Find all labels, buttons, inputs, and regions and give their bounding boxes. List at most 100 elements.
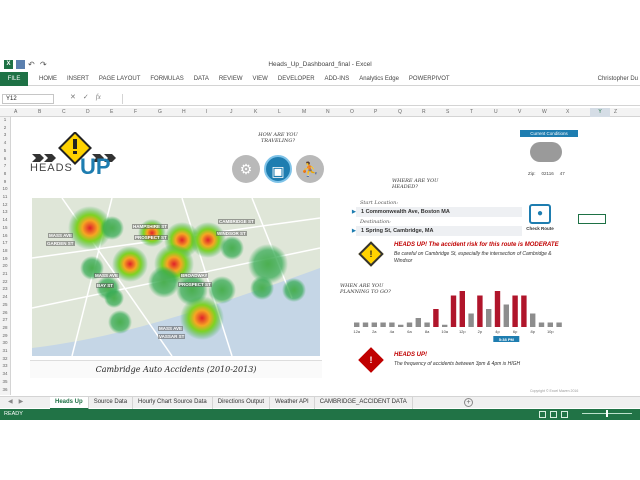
row-header[interactable]: 34 [0,371,10,376]
ribbon-tab[interactable]: PAGE LAYOUT [94,72,145,86]
row-header[interactable]: 13 [0,209,10,214]
zoom-handle[interactable] [606,410,608,417]
page-break-view-icon[interactable] [561,411,568,418]
row-header[interactable]: 5 [0,148,10,153]
walk-mode-button[interactable]: ⛹ [296,155,324,183]
row-header[interactable]: 19 [0,256,10,261]
row-header[interactable]: 21 [0,271,10,276]
next-sheet-icon[interactable]: ▶ [19,398,24,405]
chart-tick-label: 2p [478,329,483,334]
row-header[interactable]: 25 [0,302,10,307]
column-header[interactable]: X [566,108,569,117]
row-header[interactable]: 35 [0,379,10,384]
column-header[interactable]: D [86,108,90,117]
previous-sheet-icon[interactable]: ◀ [8,398,13,405]
ribbon-tab[interactable]: REVIEW [214,72,248,86]
ribbon-tab[interactable]: Analytics Edge [354,72,404,86]
column-header[interactable]: E [110,108,113,117]
row-header[interactable]: 20 [0,263,10,268]
column-header[interactable]: F [134,108,137,117]
column-header[interactable]: M [302,108,306,117]
column-header[interactable]: Y [590,108,610,117]
row-header[interactable]: 23 [0,286,10,291]
column-header[interactable]: O [350,108,354,117]
file-tab[interactable]: FILE [0,72,28,86]
column-header[interactable]: K [254,108,257,117]
chart-tick-label: 2a [372,329,377,334]
enter-icon[interactable]: ✓ [83,93,89,101]
ribbon-tab[interactable]: POWERPIVOT [404,72,455,86]
row-header[interactable]: 10 [0,186,10,191]
column-header[interactable]: L [278,108,281,117]
column-header[interactable]: U [494,108,498,117]
column-header[interactable]: A [14,108,17,117]
column-header[interactable]: P [374,108,377,117]
row-header[interactable]: 3 [0,132,10,137]
row-header[interactable]: 29 [0,333,10,338]
row-header[interactable]: 31 [0,348,10,353]
row-header[interactable]: 18 [0,248,10,253]
column-header[interactable]: V [518,108,521,117]
ribbon-tab[interactable]: DATA [189,72,214,86]
row-header[interactable]: 17 [0,240,10,245]
bike-mode-button[interactable]: ⚙ [232,155,260,183]
row-header[interactable]: 36 [0,387,10,392]
function-icon[interactable]: fx [96,93,101,101]
name-box[interactable]: Y12 [2,94,54,104]
column-header[interactable]: Q [398,108,402,117]
check-route-button[interactable]: ● Check Route [526,204,554,236]
row-header[interactable]: 7 [0,163,10,168]
page-layout-view-icon[interactable] [550,411,557,418]
row-header[interactable]: 1 [0,117,10,122]
column-header[interactable]: C [62,108,66,117]
row-header[interactable]: 15 [0,225,10,230]
ribbon-tab[interactable]: ADD-INS [320,72,355,86]
car-mode-button[interactable]: ▣ [264,155,292,183]
row-header[interactable]: 32 [0,356,10,361]
row-header[interactable]: 8 [0,171,10,176]
row-header[interactable]: 11 [0,194,10,199]
column-header[interactable]: S [446,108,449,117]
row-header[interactable]: 24 [0,294,10,299]
column-header[interactable]: R [422,108,426,117]
map-caption: Cambridge Auto Accidents (2010-2013) [30,360,322,378]
row-header[interactable]: 26 [0,310,10,315]
row-header[interactable]: 28 [0,325,10,330]
accident-heat-map[interactable]: HAMPSHIRE ST CAMBRIDGE ST MASS AVE GARDEN S… [32,198,320,356]
column-header[interactable]: I [206,108,207,117]
column-header[interactable]: T [470,108,473,117]
column-header[interactable]: G [158,108,162,117]
row-header[interactable]: 33 [0,363,10,368]
ribbon-tab[interactable]: VIEW [248,72,273,86]
row-header[interactable]: 4 [0,140,10,145]
ribbon-tab[interactable]: HOME [34,72,62,86]
row-header[interactable]: 27 [0,317,10,322]
add-sheet-button[interactable]: + [464,398,473,407]
row-header[interactable]: 6 [0,156,10,161]
row-header[interactable]: 2 [0,125,10,130]
user-name[interactable]: Christopher Du [598,72,638,86]
row-header[interactable]: 14 [0,217,10,222]
column-header[interactable]: N [326,108,330,117]
ribbon-tab[interactable]: DEVELOPER [273,72,320,86]
row-header[interactable]: 16 [0,233,10,238]
zoom-slider[interactable] [582,410,632,417]
column-header[interactable]: Z [614,108,617,117]
column-header[interactable]: H [182,108,186,117]
conditions-header: Current Conditions [520,130,578,137]
start-location-field[interactable]: 1 Commonwealth Ave, Boston MA [352,207,522,217]
row-header[interactable]: 9 [0,179,10,184]
column-header[interactable]: W [542,108,547,117]
selected-cell[interactable] [578,214,606,224]
row-header[interactable]: 12 [0,202,10,207]
ribbon-tab[interactable]: INSERT [62,72,94,86]
row-header[interactable]: 30 [0,340,10,345]
cancel-icon[interactable]: ✕ [70,93,76,101]
column-header[interactable]: B [38,108,41,117]
row-header[interactable]: 22 [0,279,10,284]
formula-input[interactable] [122,94,638,104]
normal-view-icon[interactable] [539,411,546,418]
column-header[interactable]: J [230,108,233,117]
ribbon-tab[interactable]: FORMULAS [145,72,188,86]
destination-field[interactable]: 1 Spring St, Cambridge, MA [352,226,522,236]
